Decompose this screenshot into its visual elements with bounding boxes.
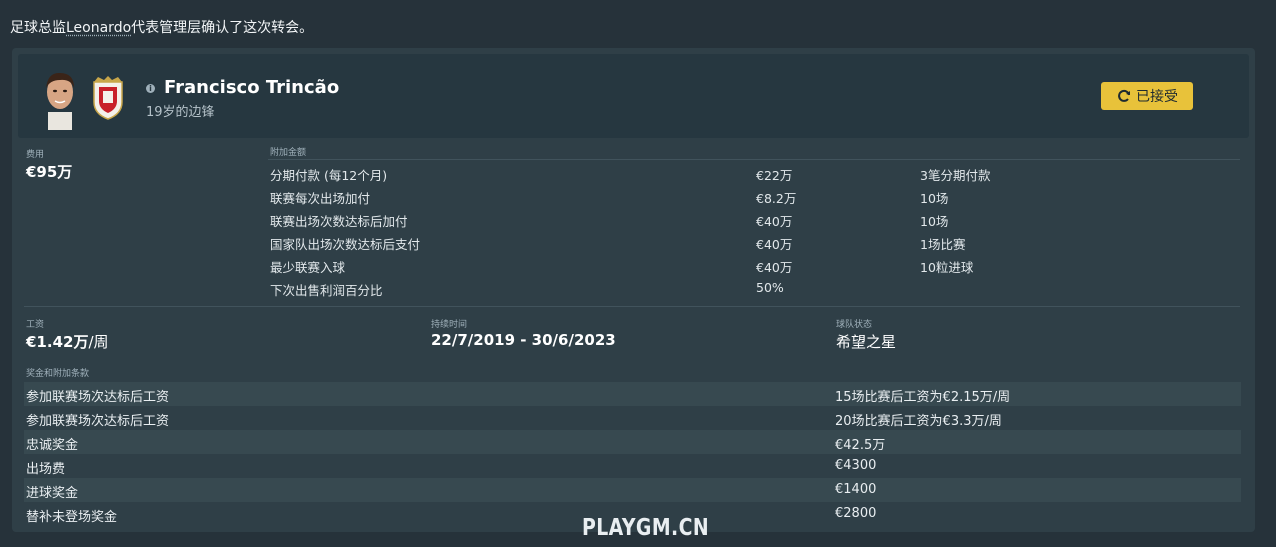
bonus-row: 参加联赛场次达标后工资 15场比赛后工资为€2.15万/周 [24, 382, 1241, 406]
message-prefix: 足球总监 [10, 20, 66, 36]
clause-name: 联赛每次出场加付 [270, 191, 371, 206]
bonuses-table: 参加联赛场次达标后工资 15场比赛后工资为€2.15万/周 参加联赛场次达标后工… [24, 382, 1241, 526]
bonus-value: 15场比赛后工资为€2.15万/周 [835, 390, 1011, 405]
clause-amount: €40万 [756, 237, 793, 252]
clause-name: 国家队出场次数达标后支付 [270, 237, 421, 252]
clause-name: 联赛出场次数达标后加付 [270, 214, 408, 229]
wage-value: €1.42万/周 [26, 331, 109, 352]
bonus-name: 参加联赛场次达标后工资 [26, 414, 170, 429]
clause-condition: 10场 [920, 214, 949, 229]
clause-amount: €8.2万 [756, 191, 797, 206]
clause-name: 分期付款 (每12个月) [270, 168, 388, 183]
wage-label: 工资 [26, 320, 45, 330]
bonus-value: 20场比赛后工资为€3.3万/周 [835, 414, 1002, 429]
clauses-divider [268, 159, 1240, 160]
clause-condition: 10场 [920, 191, 949, 206]
clause-row: 下次出售利润百分比 50% [268, 277, 1240, 300]
duration-label: 持续时间 [431, 320, 468, 330]
duration-value: 22/7/2019 - 30/6/2023 [431, 331, 616, 349]
clause-amount: €40万 [756, 260, 793, 275]
bonus-value: €2800 [835, 506, 877, 521]
clause-name: 最少联赛入球 [270, 260, 346, 275]
squad-status-label: 球队状态 [836, 320, 873, 330]
clause-condition: 1场比赛 [920, 237, 966, 252]
wage-amount: €1.42万 [26, 333, 89, 351]
clause-row: 国家队出场次数达标后支付 €40万 1场比赛 [268, 231, 1240, 254]
fee-value: €95万 [26, 163, 73, 181]
player-name[interactable]: Francisco Trincão [164, 77, 339, 98]
bonus-name: 替补未登场奖金 [26, 510, 118, 525]
info-icon[interactable]: i [146, 84, 155, 93]
watermark: PLAYGM.CN [582, 515, 710, 541]
status-label: 已接受 [1136, 89, 1178, 105]
clause-name: 下次出售利润百分比 [270, 283, 383, 298]
bonus-name: 进球奖金 [26, 486, 79, 501]
bonuses-label: 奖金和附加条款 [26, 369, 90, 379]
bonus-row: 进球奖金 €1400 [24, 478, 1241, 502]
status-accepted-button[interactable]: 已接受 [1101, 82, 1193, 110]
bonus-value: €4300 [835, 458, 877, 473]
bonus-row: 忠诚奖金 €42.5万 [24, 430, 1241, 454]
squad-status-value: 希望之星 [836, 333, 897, 351]
fee-label: 费用 [26, 150, 45, 160]
bonus-name: 出场费 [26, 462, 66, 477]
clause-row: 最少联赛入球 €40万 10粒进球 [268, 254, 1240, 277]
clause-row: 联赛每次出场加付 €8.2万 10场 [268, 185, 1240, 208]
transfer-panel: i Francisco Trincão 19岁的边锋 已接受 费用 €95万 附… [12, 48, 1255, 532]
clause-row: 分期付款 (每12个月) €22万 3笔分期付款 [268, 162, 1240, 185]
clause-condition: 10粒进球 [920, 260, 974, 275]
player-header: i Francisco Trincão 19岁的边锋 已接受 [18, 54, 1249, 138]
player-subtitle: 19岁的边锋 [146, 105, 215, 120]
clause-amount: €40万 [756, 214, 793, 229]
message-suffix: 代表管理层确认了这次转会。 [131, 20, 314, 36]
bonus-row: 出场费 €4300 [24, 454, 1241, 478]
refresh-icon [1118, 89, 1130, 102]
transfer-message: 足球总监Leonardo代表管理层确认了这次转会。 [10, 17, 313, 37]
section-divider [24, 306, 1240, 307]
clause-amount: 50% [756, 280, 784, 295]
clauses-list: 分期付款 (每12个月) €22万 3笔分期付款 联赛每次出场加付 €8.2万 … [268, 162, 1240, 300]
clauses-label: 附加金额 [270, 148, 307, 158]
bonus-value: €1400 [835, 482, 877, 497]
clause-condition: 3笔分期付款 [920, 168, 991, 183]
bonus-row: 参加联赛场次达标后工资 20场比赛后工资为€3.3万/周 [24, 406, 1241, 430]
clause-amount: €22万 [756, 168, 793, 183]
clause-row: 联赛出场次数达标后加付 €40万 10场 [268, 208, 1240, 231]
bonus-value: €42.5万 [835, 438, 886, 453]
director-link[interactable]: Leonardo [66, 20, 131, 36]
bonus-name: 参加联赛场次达标后工资 [26, 390, 170, 405]
club-crest-icon[interactable] [90, 76, 126, 120]
bonus-name: 忠诚奖金 [26, 438, 79, 453]
player-avatar[interactable] [38, 68, 82, 130]
wage-unit: /周 [88, 333, 109, 351]
